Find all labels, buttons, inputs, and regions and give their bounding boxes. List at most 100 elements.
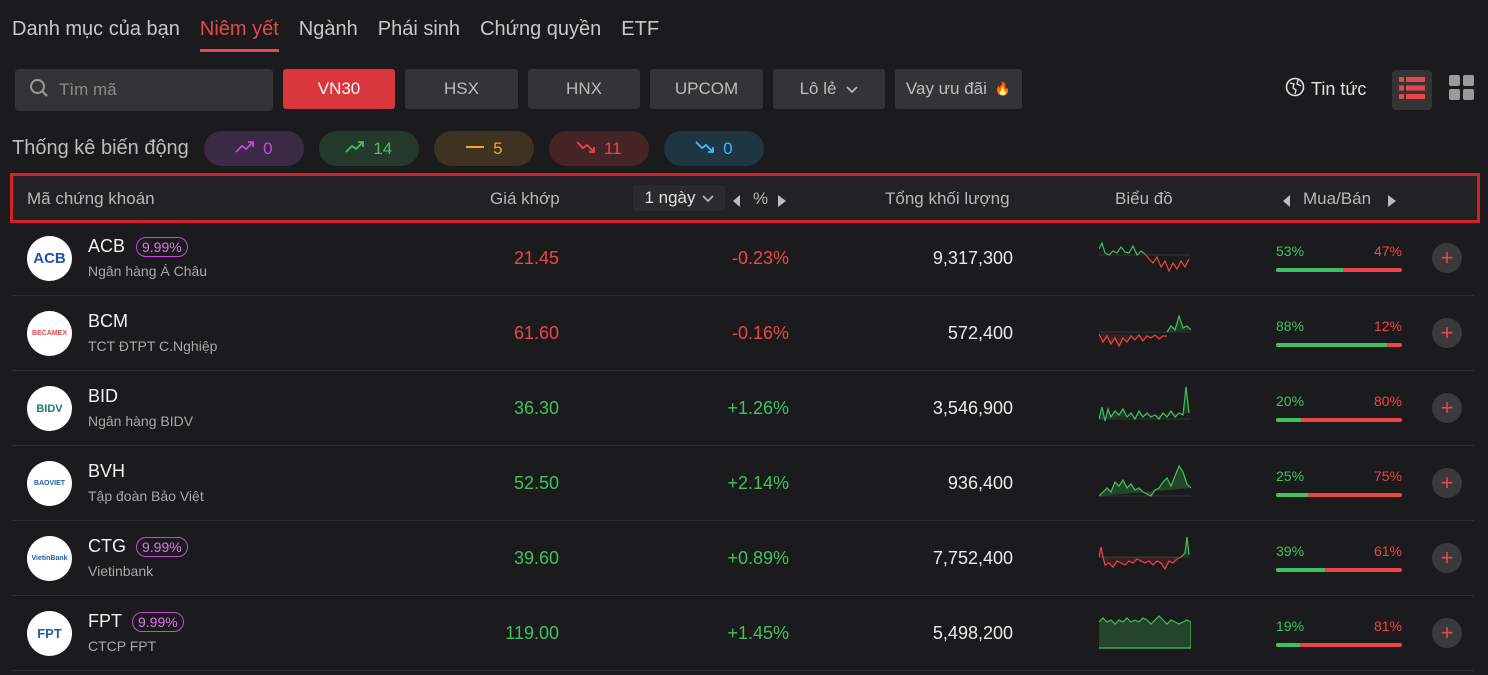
add-watchlist-button[interactable]: + (1432, 543, 1462, 573)
status-badge: 9.99% (136, 237, 188, 257)
stock-symbol[interactable]: FPT (88, 611, 122, 632)
search-box[interactable] (15, 69, 273, 111)
price-change: +2.14% (727, 473, 789, 493)
search-icon (29, 78, 49, 103)
table-row[interactable]: BECAMEX BCM TCT ĐTPT C.Nghiệp 61.60 -0.1… (12, 296, 1474, 371)
sell-percent: 81% (1373, 618, 1402, 634)
hnx-button[interactable]: HNX (528, 69, 640, 109)
table-row[interactable]: VietinBank CTG 9.99% Vietinbank 39.60 +0… (12, 521, 1474, 596)
down-count-pill[interactable]: 11 (548, 131, 649, 166)
caret-right-icon[interactable] (1388, 192, 1396, 212)
ratio-bar (1276, 493, 1402, 497)
buy-fill (1276, 493, 1308, 497)
tab-portfolio[interactable]: Danh mục của bạn (12, 18, 180, 52)
vn30-button[interactable]: VN30 (283, 69, 395, 109)
match-price: 36.30 (513, 398, 559, 418)
ratio-bar (1276, 643, 1402, 647)
stock-symbol[interactable]: ACB (88, 236, 125, 257)
floor-count-pill[interactable]: 0 (663, 131, 764, 166)
up-count: 14 (373, 138, 393, 158)
add-watchlist-button[interactable]: + (1432, 618, 1462, 648)
company-logo: BAOVIET (27, 461, 72, 506)
buy-percent: 25% (1276, 468, 1305, 484)
buy-percent: 20% (1276, 393, 1305, 409)
table-row[interactable]: BIDV BID Ngân hàng BIDV 36.30 +1.26% 3,5… (12, 371, 1474, 446)
add-watchlist-button[interactable]: + (1432, 393, 1462, 423)
header-percent: % (753, 189, 769, 208)
caret-left-icon[interactable] (1283, 192, 1291, 212)
globe-icon (1285, 77, 1305, 102)
match-price: 39.60 (513, 548, 559, 568)
tab-etf[interactable]: ETF (621, 18, 659, 52)
upcom-button[interactable]: UPCOM (650, 69, 763, 109)
company-logo: BIDV (27, 386, 72, 431)
caret-left-icon[interactable] (733, 192, 741, 212)
tab-warrants[interactable]: Chứng quyền (480, 18, 601, 52)
stock-symbol[interactable]: BCM (88, 311, 128, 332)
list-view-button[interactable] (1392, 70, 1432, 110)
chevron-down-icon (701, 188, 714, 208)
sell-percent: 12% (1373, 318, 1402, 334)
add-watchlist-button[interactable]: + (1432, 318, 1462, 348)
match-price: 119.00 (505, 623, 559, 643)
header-volume[interactable]: Tổng khối lượng (885, 189, 1010, 209)
search-input[interactable] (59, 80, 259, 100)
movement-stats: Thống kê biến động 0 14 5 11 0 (12, 131, 779, 166)
buy-fill (1276, 268, 1343, 272)
list-view-icon (1399, 76, 1425, 104)
news-label: Tin tức (1311, 79, 1367, 99)
header-chart: Biểu đồ (1115, 189, 1173, 208)
market-tabs: Danh mục của bạn Niêm yết Ngành Phái sin… (12, 18, 679, 52)
plus-icon: + (1440, 395, 1454, 420)
loan-button[interactable]: Vay ưu đãi 🔥 (895, 69, 1022, 109)
trend-down-icon (576, 139, 596, 159)
caret-right-icon[interactable] (778, 192, 786, 212)
table-row[interactable]: BAOVIET BVH Tập đoàn Bảo Việt 52.50 +2.1… (12, 446, 1474, 521)
fire-icon: 🔥 (994, 81, 1012, 96)
odd-lot-label: Lô lẻ (799, 79, 837, 98)
tab-sector[interactable]: Ngành (299, 18, 358, 52)
total-volume: 3,546,900 (932, 398, 1013, 418)
trend-down-icon (695, 139, 715, 159)
ceiling-count-pill[interactable]: 0 (203, 131, 304, 166)
news-link[interactable]: Tin tức (1285, 77, 1366, 102)
table-row[interactable]: ACB ACB 9.99% Ngân hàng Á Châu 21.45 -0.… (12, 221, 1474, 296)
company-name: Ngân hàng Á Châu (88, 263, 208, 279)
tab-listed[interactable]: Niêm yết (199, 18, 279, 52)
stock-symbol[interactable]: BID (88, 386, 118, 407)
floor-count: 0 (723, 138, 733, 158)
header-price[interactable]: Giá khớp (490, 189, 560, 209)
add-watchlist-button[interactable]: + (1432, 243, 1462, 273)
company-name: Vietinbank (88, 563, 154, 579)
sell-percent: 80% (1373, 393, 1402, 409)
sparkline-chart (1099, 615, 1191, 649)
plus-icon: + (1440, 245, 1454, 270)
grid-view-button[interactable] (1442, 70, 1482, 110)
company-name: Ngân hàng BIDV (88, 413, 194, 429)
plus-icon: + (1440, 320, 1454, 345)
company-name: CTCP FPT (88, 638, 157, 654)
tab-derivatives[interactable]: Phái sinh (378, 18, 460, 52)
match-price: 52.50 (513, 473, 559, 493)
ratio-bar (1276, 418, 1402, 422)
down-count: 11 (603, 138, 622, 158)
plus-icon: + (1440, 620, 1454, 645)
ref-count-pill[interactable]: 5 (433, 131, 534, 166)
odd-lot-dropdown[interactable]: Lô lẻ (773, 69, 885, 109)
add-watchlist-button[interactable]: + (1432, 468, 1462, 498)
stock-symbol[interactable]: CTG (88, 536, 126, 557)
header-symbol[interactable]: Mã chứng khoán (27, 189, 155, 209)
sparkline-chart (1099, 536, 1191, 571)
stock-symbol[interactable]: BVH (88, 461, 125, 482)
up-count-pill[interactable]: 14 (318, 131, 419, 166)
price-change: -0.16% (731, 323, 789, 343)
toolbar: VN30 HSX HNX UPCOM Lô lẻ Vay ưu đãi 🔥 Ti… (15, 69, 1475, 111)
table-row[interactable]: FPT FPT 9.99% CTCP FPT 119.00 +1.45% 5,4… (12, 596, 1474, 671)
trend-up-icon (235, 139, 255, 159)
total-volume: 7,752,400 (932, 548, 1013, 568)
price-change: -0.23% (731, 248, 789, 268)
hsx-button[interactable]: HSX (405, 69, 518, 109)
stats-label: Thống kê biến động (12, 137, 189, 159)
period-dropdown[interactable]: 1 ngày (633, 185, 725, 211)
sparkline-chart (1099, 241, 1191, 273)
